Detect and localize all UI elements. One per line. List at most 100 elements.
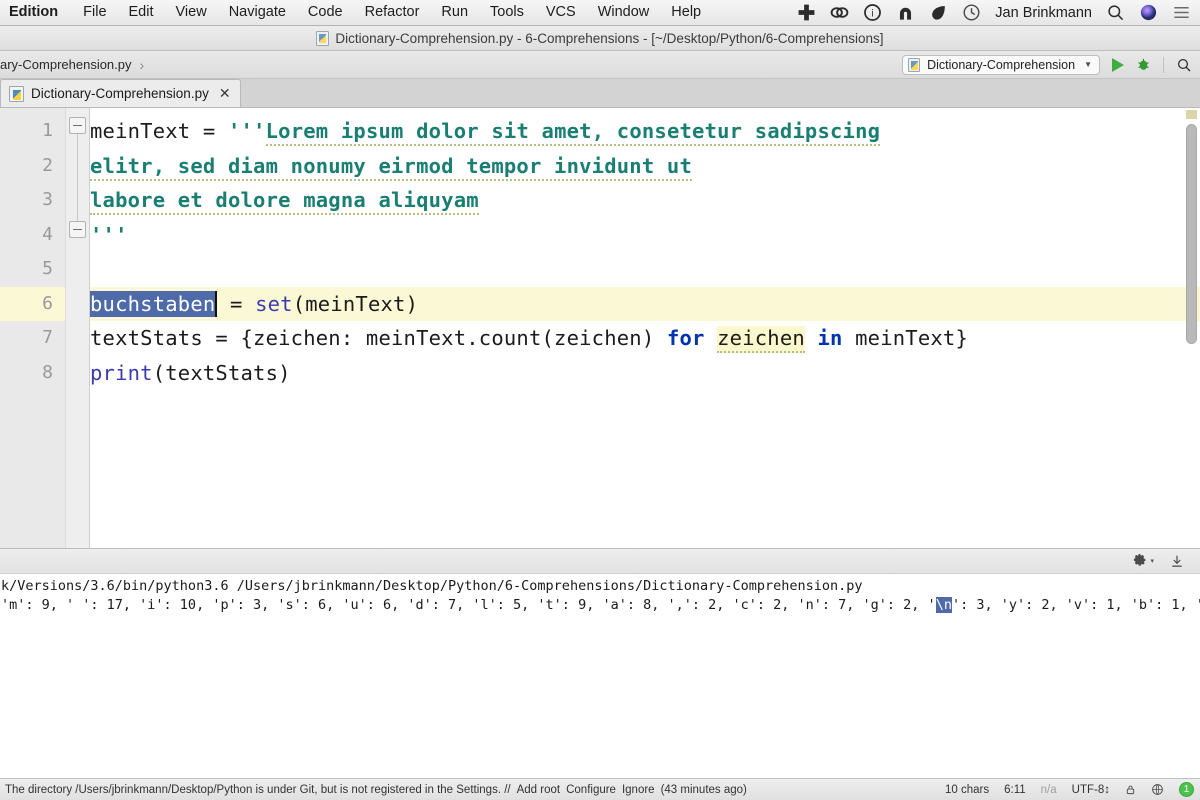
- code-token-string-spell: Lorem ipsum dolor sit amet, consetetur s…: [265, 119, 881, 146]
- console-text: 'm': 9, ' ': 17, 'i': 10, 'p': 3, 's': 6…: [1, 596, 936, 613]
- breadcrumb: ary-Comprehension.py ›: [0, 57, 150, 73]
- code-token-string-spell: elitr, sed diam nonumy eirmod tempor inv…: [90, 153, 693, 181]
- line-number: 1: [42, 120, 53, 141]
- search-icon[interactable]: [1176, 57, 1192, 73]
- menubar-user-name[interactable]: Jan Brinkmann: [995, 5, 1092, 21]
- code-token-plain: textStats = {zeichen: meinText.count(zei…: [90, 326, 667, 350]
- code-text-area[interactable]: meinText = '''Lorem ipsum dolor sit amet…: [90, 108, 1200, 548]
- window-title: Dictionary-Comprehension.py - 6-Comprehe…: [335, 30, 884, 46]
- code-token-keyword: in: [817, 326, 843, 350]
- editor-tab-strip: Dictionary-Comprehension.py ✕: [0, 79, 1200, 108]
- search-icon[interactable]: [1106, 3, 1125, 22]
- status-indicators: 10 chars 6:11 n/a UTF-8↕ 1: [945, 782, 1200, 797]
- tab-dictionary-comprehension[interactable]: Dictionary-Comprehension.py ✕: [0, 79, 241, 107]
- code-line[interactable]: labore et dolore magna aliquyam: [90, 183, 479, 218]
- code-token-plain: meinText =: [90, 119, 228, 143]
- console-settings-button[interactable]: ▾: [1132, 553, 1154, 569]
- console-text: ': 3, 'y': 2, 'v': 1, 'b': 1, 'q': 1: [951, 596, 1200, 613]
- status-badge[interactable]: 1: [1179, 782, 1194, 797]
- scrollbar-marker: [1186, 110, 1197, 119]
- status-line-separator[interactable]: n/a: [1041, 784, 1057, 796]
- code-line[interactable]: ''': [90, 218, 128, 253]
- menu-item-help[interactable]: Help: [660, 0, 712, 25]
- menubar-tray: i Jan Brinkmann: [797, 3, 1200, 22]
- chevron-right-icon: ›: [139, 56, 145, 73]
- gear-icon[interactable]: [1132, 553, 1147, 569]
- console-toolbar: ▾: [0, 548, 1200, 574]
- menu-item-vcs[interactable]: VCS: [535, 0, 587, 25]
- scroll-to-end-icon[interactable]: [1170, 554, 1184, 569]
- leaf-icon[interactable]: [929, 3, 948, 22]
- python-file-icon: [9, 85, 24, 102]
- menu-item-refactor[interactable]: Refactor: [354, 0, 431, 25]
- magnet-icon[interactable]: [896, 3, 915, 22]
- status-caret-position[interactable]: 6:11: [1004, 784, 1026, 796]
- line-number: 5: [42, 258, 53, 279]
- debug-bug-icon[interactable]: [1136, 57, 1151, 72]
- pycharm-window: Edition File Edit View Navigate Code Ref…: [0, 0, 1200, 800]
- menu-item-run[interactable]: Run: [430, 0, 479, 25]
- code-token-function: print: [90, 360, 153, 385]
- console-output-line: 'm': 9, ' ': 17, 'i': 10, 'p': 3, 's': 6…: [0, 596, 1200, 615]
- menu-item-tools[interactable]: Tools: [479, 0, 535, 25]
- console-output-line: k/Versions/3.6/bin/python3.6 /Users/jbri…: [0, 577, 1200, 596]
- fold-region-line: [77, 126, 78, 230]
- navigation-bar: ary-Comprehension.py › Dictionary-Compre…: [0, 51, 1200, 79]
- siri-orb-icon[interactable]: [1139, 3, 1158, 22]
- menu-item-window[interactable]: Window: [587, 0, 661, 25]
- status-action-configure[interactable]: Configure: [566, 784, 616, 796]
- globe-icon[interactable]: [1151, 783, 1164, 796]
- code-editor[interactable]: 12345678 meinText = '''Lorem ipsum dolor…: [0, 108, 1200, 548]
- fold-marker-line-4[interactable]: [69, 221, 86, 238]
- lock-icon[interactable]: [1125, 783, 1136, 796]
- window-title-wrap: Dictionary-Comprehension.py - 6-Comprehe…: [316, 30, 884, 46]
- line-number: 4: [42, 223, 53, 245]
- line-number: 8: [42, 361, 53, 383]
- close-icon[interactable]: ✕: [219, 85, 231, 102]
- clock-history-icon[interactable]: [962, 3, 981, 22]
- code-line[interactable]: print(textStats): [90, 356, 291, 391]
- macos-menu-bar: Edition File Edit View Navigate Code Ref…: [0, 0, 1200, 26]
- status-action-ignore[interactable]: Ignore: [622, 784, 655, 796]
- code-token-string-spell: labore et dolore magna aliquyam: [90, 188, 479, 215]
- list-lines-icon[interactable]: [1172, 3, 1191, 22]
- console-highlighted-token: \n: [935, 596, 952, 613]
- code-line[interactable]: meinText = '''Lorem ipsum dolor sit amet…: [90, 114, 881, 149]
- fold-marker-line-1[interactable]: [69, 117, 86, 134]
- menu-item-app[interactable]: Edition: [0, 0, 72, 25]
- menu-item-view[interactable]: View: [165, 0, 218, 25]
- code-token-keyword: for: [666, 326, 705, 350]
- status-char-count: 10 chars: [945, 783, 990, 796]
- run-configuration-selector[interactable]: Dictionary-Comprehension ▼: [902, 54, 1100, 75]
- menu-item-edit[interactable]: Edit: [118, 0, 165, 25]
- status-message: The directory /Users/jbrinkmann/Desktop/…: [5, 783, 511, 796]
- run-play-icon[interactable]: [1112, 57, 1124, 72]
- info-circle-icon[interactable]: i: [863, 3, 882, 22]
- status-timestamp: (43 minutes ago): [660, 783, 747, 796]
- line-number: 6: [42, 292, 53, 314]
- code-line[interactable]: buchstaben = set(meinText): [90, 287, 418, 322]
- code-line[interactable]: textStats = {zeichen: meinText.count(zei…: [90, 321, 968, 356]
- status-encoding[interactable]: UTF-8↕: [1072, 784, 1110, 796]
- code-token-plain: meinText}: [842, 326, 968, 350]
- run-console-output[interactable]: k/Versions/3.6/bin/python3.6 /Users/jbri…: [0, 574, 1200, 778]
- line-number: 2: [42, 154, 53, 176]
- status-message-area: The directory /Users/jbrinkmann/Desktop/…: [0, 784, 747, 796]
- menu-item-navigate[interactable]: Navigate: [218, 0, 297, 25]
- status-action-add-root[interactable]: Add root: [517, 784, 560, 796]
- code-line[interactable]: elitr, sed diam nonumy eirmod tempor inv…: [90, 149, 693, 184]
- chevron-down-icon: ▾: [1150, 558, 1154, 565]
- plus-cross-icon[interactable]: [797, 3, 816, 22]
- menu-item-file[interactable]: File: [72, 0, 117, 25]
- menu-item-code[interactable]: Code: [297, 0, 354, 25]
- link-rings-icon[interactable]: [830, 3, 849, 22]
- line-number: 7: [42, 327, 53, 348]
- editor-vertical-scrollbar[interactable]: [1186, 124, 1197, 344]
- code-token-string: ''': [227, 119, 266, 143]
- line-number: 3: [42, 189, 53, 210]
- breadcrumb-file[interactable]: ary-Comprehension.py: [0, 57, 132, 72]
- status-bar: The directory /Users/jbrinkmann/Desktop/…: [0, 778, 1200, 800]
- code-folding-column[interactable]: [66, 108, 90, 548]
